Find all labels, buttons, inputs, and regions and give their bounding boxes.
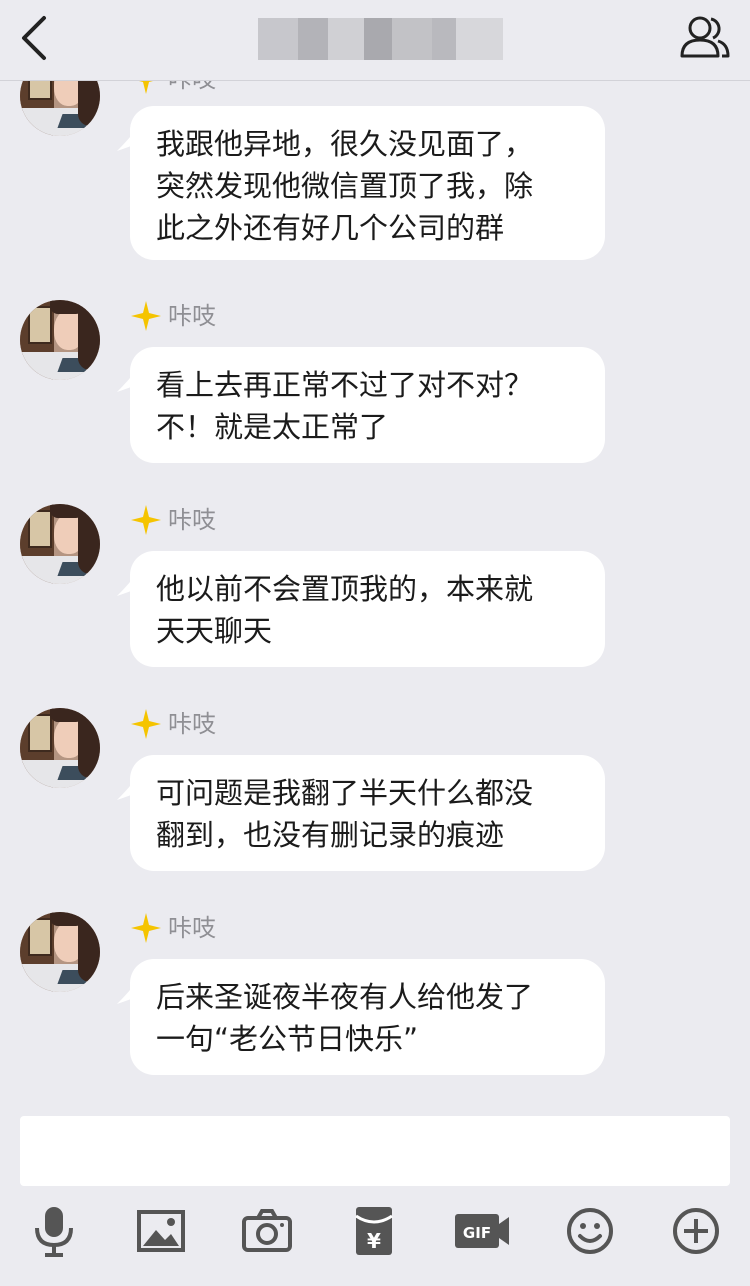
- yen-label: ¥: [367, 1229, 381, 1253]
- chevron-left-icon: [22, 16, 46, 60]
- message-bubble[interactable]: 可问题是我翻了半天什么都没 翻到，也没有删记录的痕迹: [130, 755, 605, 871]
- gif-icon[interactable]: GIF: [453, 1204, 511, 1258]
- avatar[interactable]: [20, 81, 100, 136]
- star-badge-icon: [131, 913, 161, 943]
- chat-members-button[interactable]: [678, 12, 732, 62]
- plus-icon[interactable]: [669, 1204, 723, 1258]
- sender-name: 咔吱: [168, 710, 216, 738]
- gif-label: GIF: [463, 1224, 491, 1242]
- avatar[interactable]: [20, 300, 100, 380]
- chat-title-obscured: [258, 18, 503, 60]
- mic-icon[interactable]: [27, 1204, 81, 1258]
- sender-name: 咔吱: [168, 302, 216, 330]
- message-bubble[interactable]: 看上去再正常不过了对不对？ 不！就是太正常了: [130, 347, 605, 463]
- message-bubble[interactable]: 我跟他异地，很久没见面了， 突然发现他微信置顶了我，除 此之外还有好几个公司的群: [130, 106, 605, 260]
- star-badge-icon: [131, 301, 161, 331]
- message-bubble[interactable]: 后来圣诞夜半夜有人给他发了 一句“老公节日快乐”: [130, 959, 605, 1075]
- camera-icon[interactable]: [240, 1204, 294, 1258]
- sender-name: 咔吱: [168, 81, 216, 94]
- image-icon[interactable]: [134, 1204, 188, 1258]
- sender-name: 咔吱: [168, 914, 216, 942]
- nav-bar: [0, 0, 750, 81]
- message-bubble[interactable]: 他以前不会置顶我的，本来就 天天聊天: [130, 551, 605, 667]
- emoji-icon[interactable]: [563, 1204, 617, 1258]
- avatar[interactable]: [20, 708, 100, 788]
- group-members-icon: [680, 16, 730, 58]
- message-input[interactable]: [20, 1116, 730, 1186]
- back-button[interactable]: [14, 12, 58, 64]
- message-list[interactable]: 咔吱 我跟他异地，很久没见面了， 突然发现他微信置顶了我，除 此之外还有好几个公…: [0, 81, 750, 1106]
- sender-name: 咔吱: [168, 506, 216, 534]
- input-toolbar: ¥ GIF: [0, 1186, 750, 1286]
- star-badge-icon: [139, 81, 153, 94]
- avatar[interactable]: [20, 504, 100, 584]
- avatar[interactable]: [20, 912, 100, 992]
- star-badge-icon: [131, 505, 161, 535]
- red-packet-icon[interactable]: ¥: [347, 1204, 401, 1258]
- star-badge-icon: [131, 709, 161, 739]
